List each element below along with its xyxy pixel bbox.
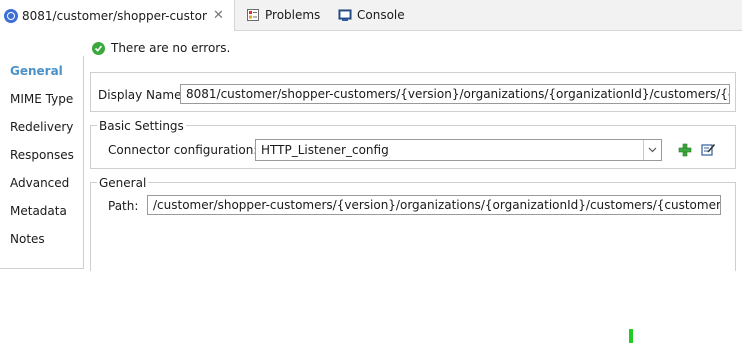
nav-item-redelivery[interactable]: Redelivery <box>10 120 73 134</box>
properties-nav: General MIME Type Redelivery Responses A… <box>0 56 84 269</box>
nav-item-metadata[interactable]: Metadata <box>10 204 67 218</box>
display-name-group: Display Name: 8081/customer/shopper-cust… <box>90 72 736 112</box>
display-name-label: Display Name: <box>98 88 186 102</box>
general-group: General Path: /customer/shopper-customer… <box>90 176 736 271</box>
tab-flow-editor-label: 8081/customer/shopper-custome... <box>22 8 207 23</box>
general-legend: General <box>97 176 149 190</box>
chevron-down-icon[interactable] <box>643 140 661 160</box>
cursor-marker <box>629 329 633 343</box>
nav-item-advanced[interactable]: Advanced <box>10 176 69 190</box>
basic-settings-legend: Basic Settings <box>97 119 186 133</box>
connector-config-label: Connector configuration: <box>108 143 258 157</box>
nav-item-general[interactable]: General <box>10 64 63 78</box>
display-name-field[interactable]: 8081/customer/shopper-customers/{version… <box>180 84 730 104</box>
connector-config-select[interactable]: HTTP_Listener_config <box>255 139 662 161</box>
editor-tab-bar: 8081/customer/shopper-custome... ✕ Probl… <box>0 0 742 31</box>
edit-icon[interactable] <box>700 142 716 158</box>
tab-problems-label: Problems <box>265 8 321 22</box>
problems-icon <box>246 8 260 22</box>
nav-item-responses[interactable]: Responses <box>10 148 74 162</box>
connector-config-value: HTTP_Listener_config <box>261 143 389 157</box>
basic-settings-group: Basic Settings Connector configuration: … <box>90 119 736 169</box>
nav-item-notes[interactable]: Notes <box>10 232 45 246</box>
validation-status: There are no errors. <box>92 40 230 56</box>
status-message: There are no errors. <box>111 41 231 55</box>
tab-flow-editor[interactable]: 8081/customer/shopper-custome... ✕ <box>0 0 235 31</box>
path-label: Path: <box>108 199 139 213</box>
path-field[interactable]: /customer/shopper-customers/{version}/or… <box>147 195 721 215</box>
tab-console[interactable]: Console <box>338 0 405 30</box>
flow-icon <box>4 8 18 23</box>
tab-console-label: Console <box>357 8 405 22</box>
add-icon[interactable] <box>677 142 693 158</box>
check-icon <box>92 41 105 55</box>
close-icon[interactable]: ✕ <box>213 8 224 23</box>
tab-problems[interactable]: Problems <box>246 0 320 30</box>
nav-item-mime-type[interactable]: MIME Type <box>10 92 73 106</box>
console-icon <box>338 8 352 22</box>
